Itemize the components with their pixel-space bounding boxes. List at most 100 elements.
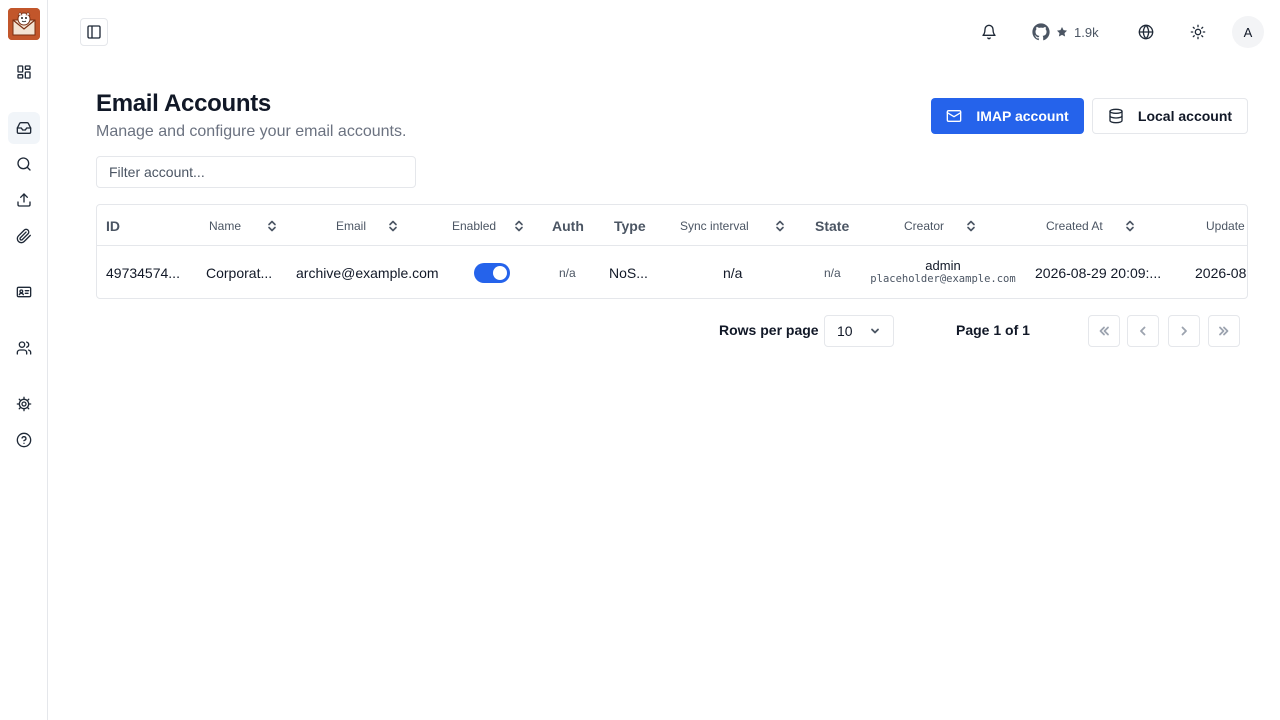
filter-account-input[interactable] <box>96 156 416 188</box>
logo-icon <box>8 8 40 40</box>
column-header-auth: Auth <box>552 205 584 246</box>
previous-page-button[interactable] <box>1127 315 1159 347</box>
sidebar-item-inbox[interactable] <box>8 112 40 144</box>
notifications-button[interactable] <box>973 16 1005 48</box>
sidebar-toggle-icon <box>87 25 101 39</box>
sort-icon[interactable] <box>267 220 277 232</box>
last-page-button[interactable] <box>1208 315 1240 347</box>
cell-created-at: 2026-08-29 20:09:... <box>1035 264 1162 281</box>
first-page-button[interactable] <box>1088 315 1120 347</box>
column-header-state: State <box>815 205 849 246</box>
chevron-left-icon <box>1140 326 1146 336</box>
sort-icon[interactable] <box>775 220 785 232</box>
accounts-table: ID Name Email Enabled Auth Type Sync int… <box>96 204 1248 299</box>
column-label: Enabled <box>452 218 497 233</box>
sort-icon[interactable] <box>1125 220 1135 232</box>
table-header-row: ID Name Email Enabled Auth Type Sync int… <box>97 205 1247 246</box>
sidebar <box>0 0 48 720</box>
page-info: Page 1 of 1 <box>956 322 1030 338</box>
sidebar-item-attachments[interactable] <box>8 220 40 252</box>
sidebar-item-settings[interactable] <box>8 388 40 420</box>
sidebar-item-upload[interactable] <box>8 184 40 216</box>
column-label: Type <box>614 217 646 234</box>
inbox-icon <box>16 122 32 134</box>
cell-email: archive@example.com <box>296 264 439 281</box>
cell-creator: admin placeholder@example.com <box>866 246 1020 298</box>
id-card-icon <box>16 286 32 298</box>
sun-icon <box>1190 24 1206 40</box>
add-local-account-button[interactable]: Local account <box>1092 98 1248 134</box>
next-page-button[interactable] <box>1168 315 1200 347</box>
chevron-down-icon <box>871 328 879 334</box>
globe-icon <box>1138 24 1154 40</box>
sidebar-item-search[interactable] <box>8 148 40 180</box>
rows-per-page-label: Rows per page <box>719 322 819 338</box>
chevron-right-icon <box>1181 326 1187 336</box>
column-header-id: ID <box>106 205 120 246</box>
sort-icon[interactable] <box>514 220 524 232</box>
column-label: Update <box>1206 218 1245 233</box>
column-header-type: Type <box>614 205 646 246</box>
add-imap-account-button[interactable]: IMAP account <box>931 98 1084 134</box>
avatar[interactable]: A <box>1232 16 1264 48</box>
mail-icon <box>947 110 962 122</box>
cell-auth: n/a <box>559 265 576 280</box>
column-label: State <box>815 217 850 234</box>
imap-button-label: IMAP account <box>976 108 1069 124</box>
column-label: Created At <box>1046 218 1103 233</box>
star-icon <box>1057 27 1067 37</box>
paperclip-icon <box>16 228 31 244</box>
enabled-toggle[interactable] <box>474 262 510 283</box>
column-header-created-at[interactable]: Created At <box>1046 205 1135 246</box>
column-header-enabled[interactable]: Enabled <box>452 205 524 246</box>
cell-enabled <box>474 246 510 298</box>
app-logo[interactable] <box>8 8 40 40</box>
github-icon <box>1032 23 1050 41</box>
settings-icon <box>16 396 32 412</box>
column-label: Creator <box>904 218 945 233</box>
github-stars: 1.9k <box>1074 24 1099 40</box>
sidebar-item-help[interactable] <box>8 424 40 456</box>
local-button-label: Local account <box>1137 108 1233 124</box>
users-icon <box>16 341 32 355</box>
column-label: Name <box>209 218 242 233</box>
language-button[interactable] <box>1130 16 1162 48</box>
cell-updated-at: 2026-08 <box>1195 264 1247 281</box>
chevrons-right-icon <box>1219 326 1229 336</box>
sidebar-item-accounts[interactable] <box>8 276 40 308</box>
column-header-sync-interval[interactable]: Sync interval <box>680 205 785 246</box>
theme-toggle-button[interactable] <box>1182 16 1214 48</box>
column-header-creator[interactable]: Creator <box>904 205 976 246</box>
bell-icon <box>982 24 996 40</box>
rows-per-page-value: 10 <box>837 323 853 339</box>
upload-icon <box>17 193 31 207</box>
database-icon <box>1109 108 1123 124</box>
column-label: ID <box>106 217 120 234</box>
github-link[interactable]: 1.9k <box>1032 16 1099 48</box>
cell-sync-interval: n/a <box>723 264 743 281</box>
column-header-updated-at[interactable]: Update <box>1206 205 1245 246</box>
chevrons-left-icon <box>1099 326 1109 336</box>
column-label: Auth <box>552 217 584 234</box>
sidebar-item-users[interactable] <box>8 332 40 364</box>
dashboard-icon <box>17 65 31 79</box>
page-title: Email Accounts <box>96 90 271 117</box>
help-icon <box>16 432 32 448</box>
column-header-email[interactable]: Email <box>336 205 398 246</box>
search-icon <box>17 157 31 171</box>
sort-icon[interactable] <box>388 220 398 232</box>
creator-name: admin <box>925 258 961 273</box>
page-subtitle: Manage and configure your email accounts… <box>96 123 407 140</box>
column-header-name[interactable]: Name <box>209 205 277 246</box>
creator-email: placeholder@example.com <box>870 273 1016 285</box>
sidebar-item-dashboard[interactable] <box>8 56 40 88</box>
column-label: Sync interval <box>680 218 749 233</box>
cell-state: n/a <box>824 265 841 280</box>
column-label: Email <box>336 218 367 233</box>
rows-per-page-select[interactable]: 10 <box>824 315 894 347</box>
sidebar-toggle-button[interactable] <box>80 18 108 46</box>
cell-name: Corporat... <box>206 264 273 281</box>
cell-id: 49734574... <box>106 264 180 281</box>
cell-type: NoS... <box>609 264 648 281</box>
sort-icon[interactable] <box>966 220 976 232</box>
